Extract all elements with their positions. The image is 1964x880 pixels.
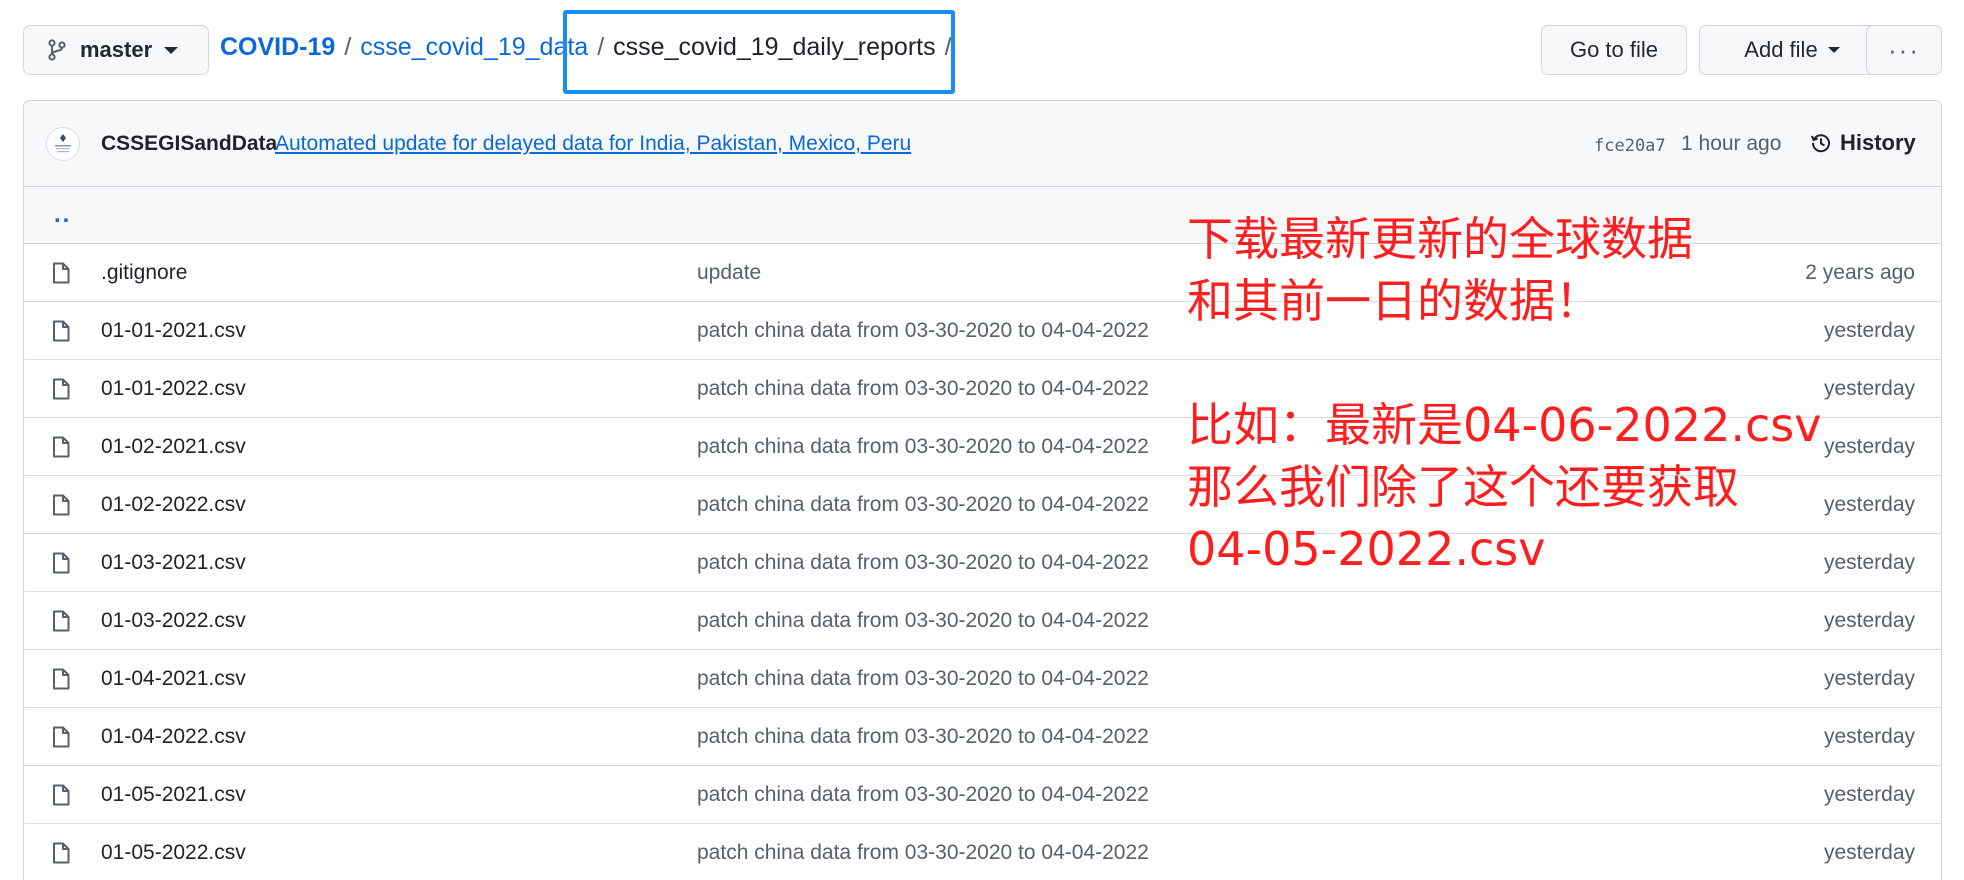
file-name-link[interactable]: 01-02-2021.csv — [101, 435, 246, 459]
file-icon — [53, 552, 70, 574]
file-name-link[interactable]: 01-01-2021.csv — [101, 319, 246, 343]
branch-name: master — [80, 37, 153, 62]
file-icon — [53, 436, 70, 458]
file-icon — [53, 668, 70, 690]
breadcrumb-current-folder: csse_covid_19_daily_reports — [613, 33, 936, 61]
file-commit-message[interactable]: patch china data from 03-30-2020 to 04-0… — [697, 667, 1149, 691]
file-commit-age: yesterday — [1823, 725, 1915, 748]
file-name-link[interactable]: 01-05-2022.csv — [101, 841, 246, 865]
more-options-button[interactable]: ··· — [1866, 25, 1942, 75]
file-row[interactable]: 01-01-2022.csv patch china data from 03-3… — [24, 360, 1941, 418]
breadcrumb-root-link[interactable]: COVID-19 — [220, 33, 335, 62]
file-commit-age: yesterday — [1823, 435, 1915, 458]
file-commit-message[interactable]: patch china data from 03-30-2020 to 04-0… — [697, 609, 1149, 633]
go-to-file-button[interactable]: Go to file — [1541, 25, 1687, 75]
commit-sha[interactable]: fce20a7 — [1594, 136, 1666, 156]
file-name-link[interactable]: 01-03-2021.csv — [101, 551, 246, 575]
file-row[interactable]: 01-05-2022.csv patch china data from 03-3… — [24, 824, 1941, 880]
latest-commit-bar: CSSEGISandData Automated update for dela… — [24, 101, 1941, 187]
file-row[interactable]: 01-05-2021.csv patch china data from 03-3… — [24, 766, 1941, 824]
file-commit-message[interactable]: patch china data from 03-30-2020 to 04-0… — [697, 493, 1149, 517]
file-commit-message[interactable]: patch china data from 03-30-2020 to 04-0… — [697, 377, 1149, 401]
file-commit-message[interactable]: patch china data from 03-30-2020 to 04-0… — [697, 435, 1149, 459]
repo-toolbar: master COVID-19 / csse_covid_19_data / c… — [0, 0, 1964, 100]
file-commit-age: yesterday — [1823, 377, 1915, 400]
file-icon — [53, 320, 70, 342]
file-icon — [53, 610, 70, 632]
commit-time: 1 hour ago — [1681, 132, 1782, 155]
file-row[interactable]: 01-03-2021.csv patch china data from 03-3… — [24, 534, 1941, 592]
file-commit-age: 2 years ago — [1805, 261, 1915, 284]
file-commit-message[interactable]: patch china data from 03-30-2020 to 04-0… — [697, 551, 1149, 575]
file-row[interactable]: .gitignore update 2 years ago — [24, 244, 1941, 302]
file-name-link[interactable]: 01-04-2022.csv — [101, 725, 246, 749]
file-icon — [53, 726, 70, 748]
breadcrumb-trailing-separator: / — [944, 33, 952, 61]
file-row[interactable]: 01-04-2022.csv patch china data from 03-3… — [24, 708, 1941, 766]
file-name-link[interactable]: 01-01-2022.csv — [101, 377, 246, 401]
breadcrumb-separator: / — [344, 33, 352, 61]
history-icon — [1811, 134, 1830, 153]
commit-author[interactable]: CSSEGISandData — [101, 132, 277, 156]
git-branch-icon — [48, 39, 66, 61]
file-browser: CSSEGISandData Automated update for dela… — [23, 100, 1942, 880]
file-icon — [53, 262, 70, 284]
file-commit-message[interactable]: patch china data from 03-30-2020 to 04-0… — [697, 319, 1149, 343]
file-row[interactable]: 01-02-2021.csv patch china data from 03-3… — [24, 418, 1941, 476]
file-name-link[interactable]: 01-03-2022.csv — [101, 609, 246, 633]
file-commit-message[interactable]: patch china data from 03-30-2020 to 04-0… — [697, 783, 1149, 807]
file-name-link[interactable]: 01-05-2021.csv — [101, 783, 246, 807]
file-commit-age: yesterday — [1823, 319, 1915, 342]
branch-selector-button[interactable]: master — [23, 25, 209, 75]
breadcrumb: COVID-19 / csse_covid_19_data / csse_cov… — [220, 33, 961, 62]
file-icon — [53, 378, 70, 400]
file-icon — [53, 494, 70, 516]
chevron-down-icon — [1827, 47, 1840, 53]
file-row[interactable]: 01-03-2022.csv patch china data from 03-3… — [24, 592, 1941, 650]
file-commit-age: yesterday — [1823, 551, 1915, 574]
chevron-down-icon — [164, 46, 179, 54]
parent-directory-link[interactable]: .. — [54, 201, 71, 229]
file-commit-message[interactable]: update — [697, 261, 761, 285]
file-icon — [53, 784, 70, 806]
add-file-label: Add file — [1744, 37, 1818, 62]
file-name-link[interactable]: .gitignore — [101, 261, 187, 285]
avatar[interactable] — [46, 127, 80, 161]
file-row[interactable]: 01-02-2022.csv patch china data from 03-3… — [24, 476, 1941, 534]
file-icon — [53, 842, 70, 864]
file-commit-message[interactable]: patch china data from 03-30-2020 to 04-0… — [697, 725, 1149, 749]
file-commit-age: yesterday — [1823, 609, 1915, 632]
file-commit-age: yesterday — [1823, 667, 1915, 690]
file-commit-age: yesterday — [1823, 783, 1915, 806]
file-commit-age: yesterday — [1823, 841, 1915, 864]
commit-message-link[interactable]: Automated update for delayed data for In… — [275, 132, 911, 156]
history-label: History — [1840, 130, 1916, 155]
file-list: .gitignore update 2 years ago 01-01-2021.cs… — [24, 244, 1941, 880]
file-commit-message[interactable]: patch china data from 03-30-2020 to 04-0… — [697, 841, 1149, 865]
university-seal-icon — [55, 134, 71, 153]
breadcrumb-separator: / — [597, 33, 605, 61]
parent-directory-row[interactable]: .. — [24, 187, 1941, 244]
file-row[interactable]: 01-04-2021.csv patch china data from 03-3… — [24, 650, 1941, 708]
file-row[interactable]: 01-01-2021.csv patch china data from 03-3… — [24, 302, 1941, 360]
history-button[interactable]: History — [1810, 130, 1916, 156]
file-name-link[interactable]: 01-02-2022.csv — [101, 493, 246, 517]
breadcrumb-data-link[interactable]: csse_covid_19_data — [360, 33, 588, 62]
file-commit-age: yesterday — [1823, 493, 1915, 516]
file-name-link[interactable]: 01-04-2021.csv — [101, 667, 246, 691]
add-file-button[interactable]: Add file — [1699, 25, 1885, 75]
